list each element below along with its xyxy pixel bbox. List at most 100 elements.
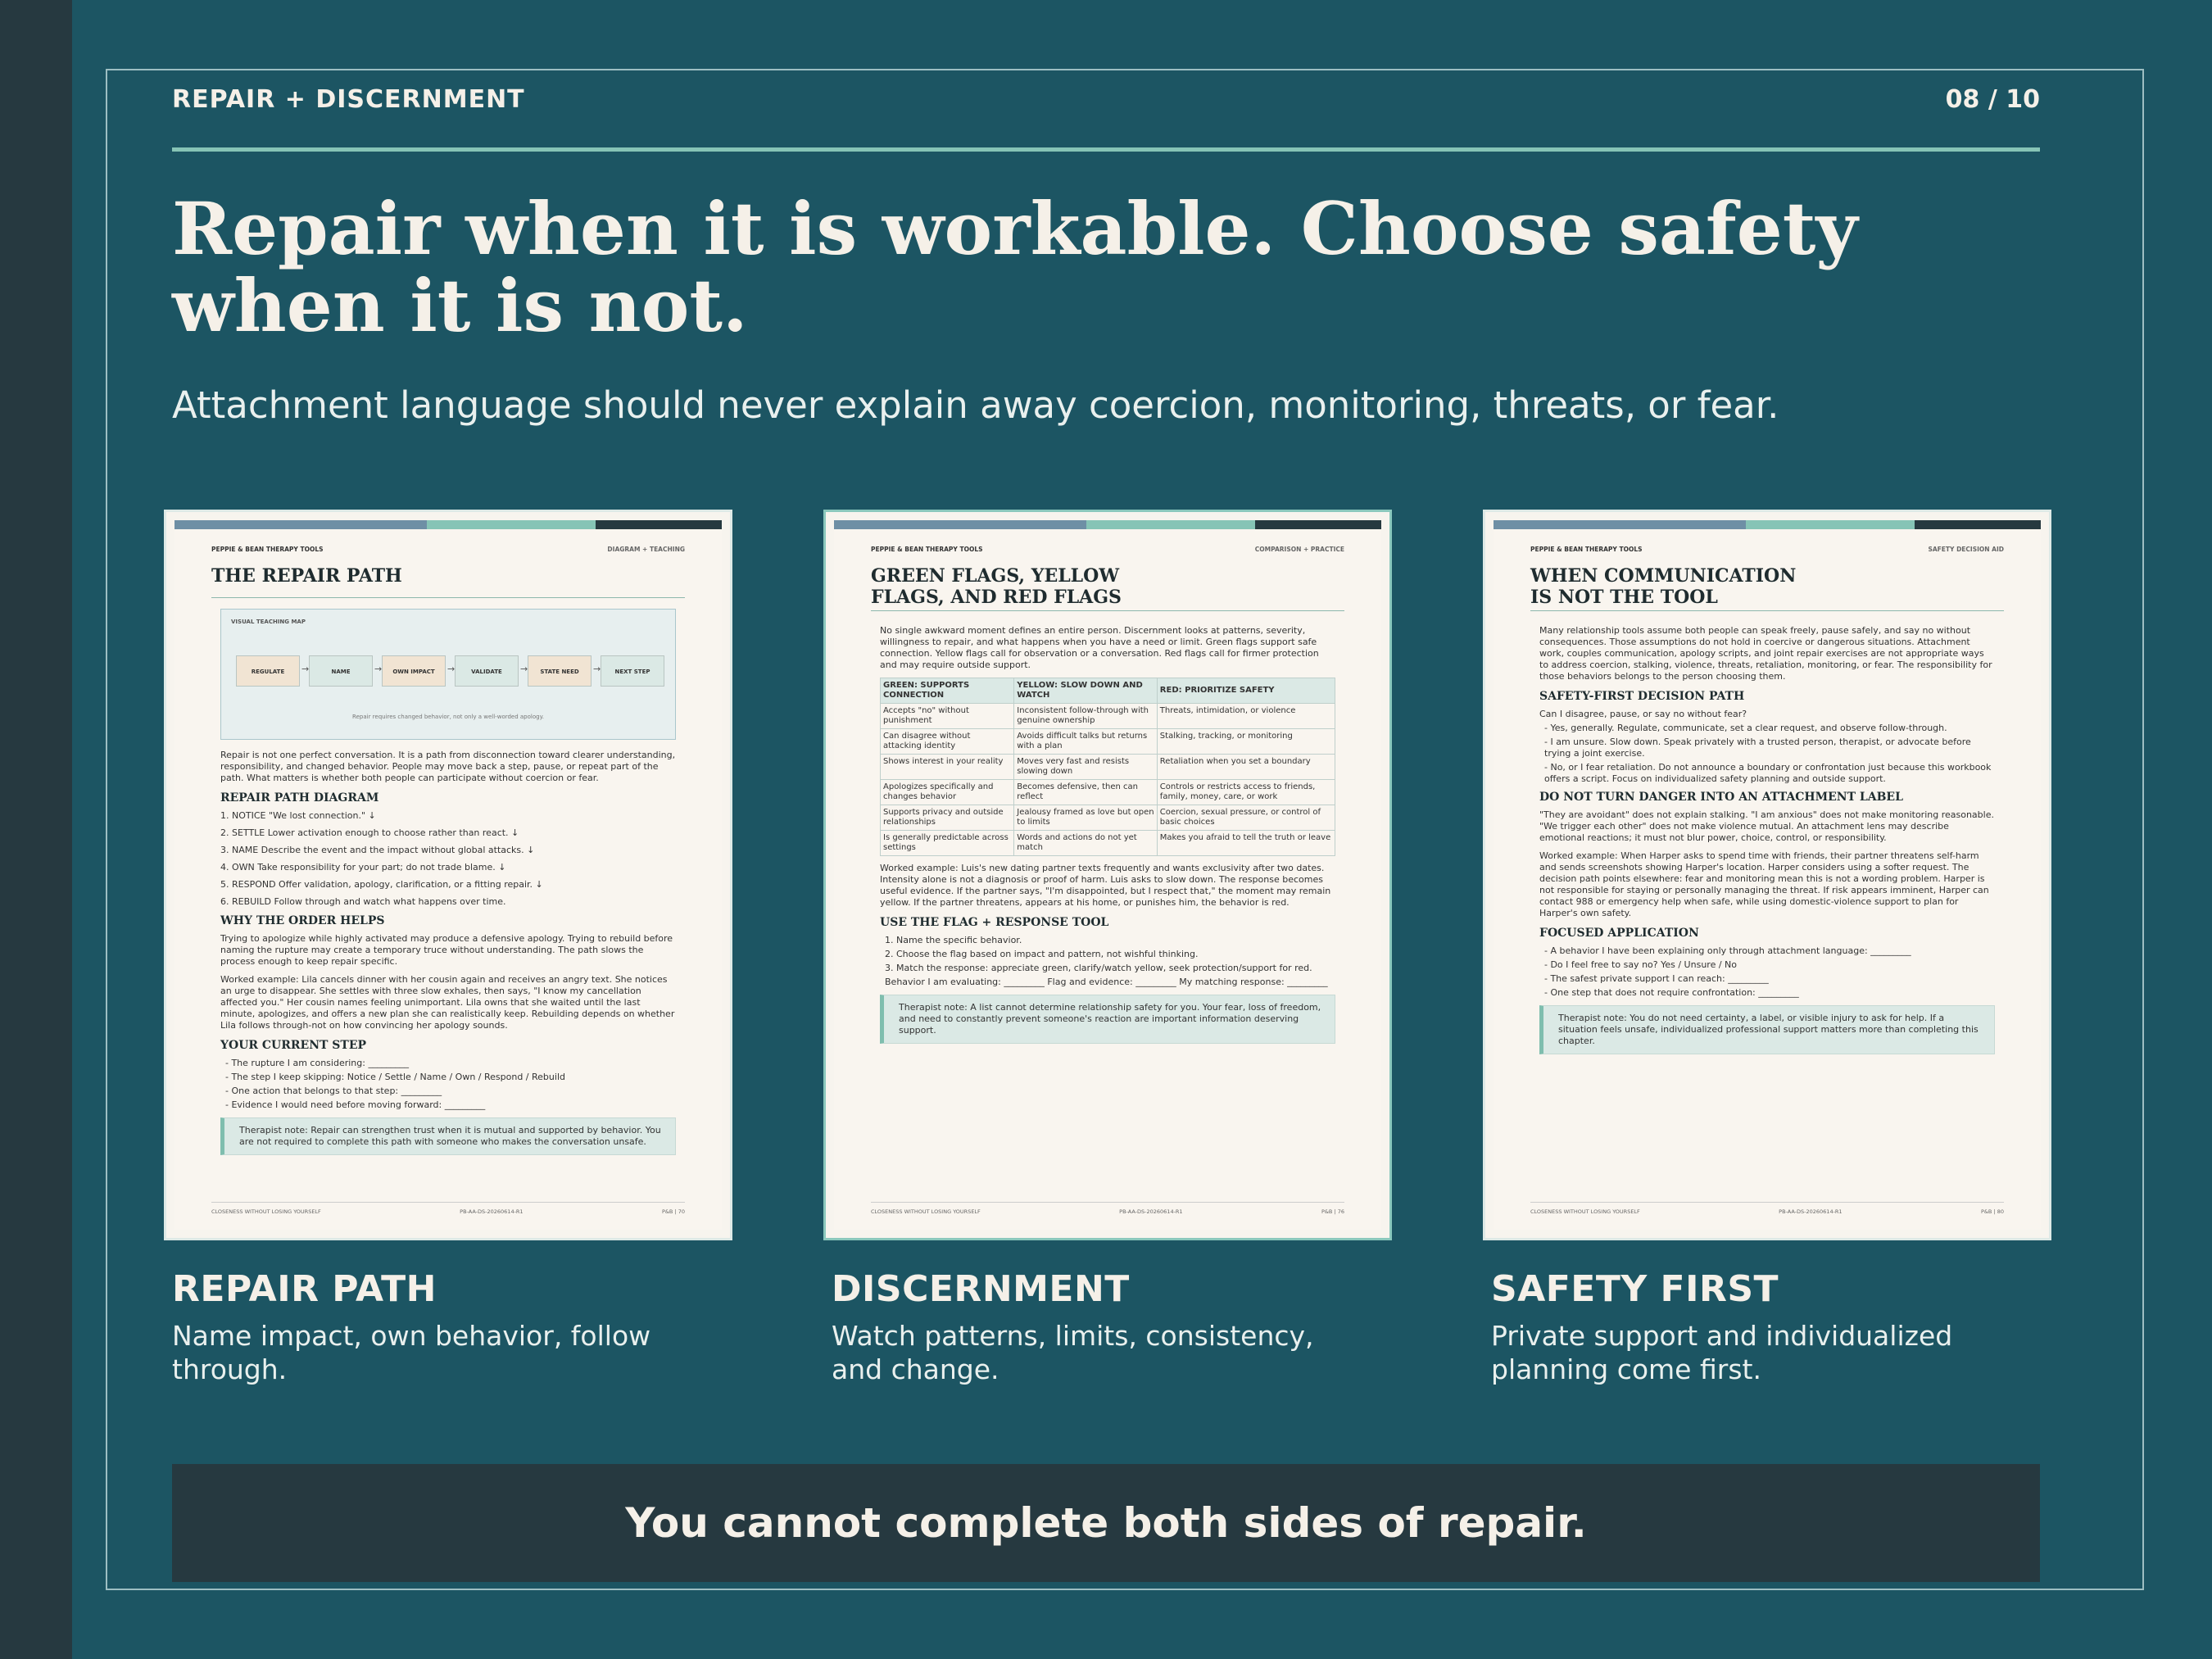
doc-tag: SAFETY DECISION AID: [1928, 546, 2004, 553]
column-header: GREEN: SUPPORTS CONNECTION: [879, 678, 1015, 704]
map-step: STATE NEED: [528, 655, 592, 687]
discernment-thumbnail[interactable]: PEPPIE & BEAN THERAPY TOOLS COMPARISON +…: [823, 510, 1392, 1240]
doc-brand: PEPPIE & BEAN THERAPY TOOLS: [871, 546, 983, 553]
footer-rule: [1530, 1202, 2004, 1203]
table-cell: Is generally predictable across settings: [879, 830, 1015, 856]
doc-heading: YOUR CURRENT STEP: [220, 1039, 367, 1052]
arrow-icon: →: [520, 664, 528, 674]
arrow-icon: →: [447, 664, 456, 674]
takeaway-banner: You cannot complete both sides of repair…: [172, 1464, 2040, 1582]
table-cell: Retaliation when you set a boundary: [1156, 754, 1336, 780]
map-step: OWN IMPACT: [382, 655, 446, 687]
doc-tag: DIAGRAM + TEACHING: [607, 546, 685, 553]
doc-body: VISUAL TEACHING MAP REGULATE → NAME → OW…: [220, 609, 676, 1155]
table-cell: Accepts "no" without punishment: [879, 703, 1015, 729]
doc-heading: SAFETY-FIRST DECISION PATH: [1539, 690, 1745, 703]
map-step: VALIDATE: [455, 655, 519, 687]
doc-title: THE REPAIR PATH: [211, 565, 402, 587]
footer-rule: [871, 1202, 1344, 1203]
side-rail: [0, 0, 72, 1659]
therapist-note: Therapist note: A list cannot determine …: [880, 995, 1335, 1044]
table-header-row: GREEN: SUPPORTS CONNECTION YELLOW: SLOW …: [879, 678, 1336, 704]
prompt-line: - The safest private support I can reach…: [1544, 973, 1769, 984]
doc-body: Many relationship tools assume both peop…: [1539, 625, 1995, 1054]
doc-footer: CLOSENESS WITHOUT LOSING YOURSELF PB-AA-…: [871, 1208, 1344, 1215]
table-cell: Can disagree without attacking identity: [879, 728, 1015, 755]
map-caption: Repair requires changed behavior, not on…: [352, 714, 544, 720]
doc-footer: CLOSENESS WITHOUT LOSING YOURSELF PB-AA-…: [1530, 1208, 2004, 1215]
card-heading-repair: REPAIR PATH: [172, 1268, 437, 1310]
footer-rule: [211, 1202, 685, 1203]
table-row: Apologizes specifically and changes beha…: [879, 779, 1336, 805]
color-bar: [1494, 520, 2041, 529]
footer-left: CLOSENESS WITHOUT LOSING YOURSELF: [211, 1208, 321, 1215]
repair-path-thumbnail[interactable]: PEPPIE & BEAN THERAPY TOOLS DIAGRAM + TE…: [164, 510, 732, 1240]
path-item: 4. OWN Take responsibility for your part…: [220, 862, 506, 873]
arrow-icon: →: [301, 664, 310, 674]
tool-step: 1. Name the specific behavior.: [885, 935, 1022, 945]
table-row: Supports privacy and outside relationshi…: [879, 805, 1336, 831]
slide-subtitle: Attachment language should never explain…: [172, 383, 1779, 427]
card-text-repair: Name impact, own behavior, follow throug…: [172, 1320, 651, 1385]
table-row: Shows interest in your reality Moves very…: [879, 754, 1336, 780]
safety-first-thumbnail[interactable]: PEPPIE & BEAN THERAPY TOOLS SAFETY DECIS…: [1483, 510, 2051, 1240]
table-cell: Coercion, sexual pressure, or control of…: [1156, 805, 1336, 831]
therapist-note: Therapist note: Repair can strengthen tr…: [220, 1117, 676, 1155]
table-cell: Stalking, tracking, or monitoring: [1156, 728, 1336, 755]
table-cell: Apologizes specifically and changes beha…: [879, 779, 1015, 805]
table-cell: Supports privacy and outside relationshi…: [879, 805, 1015, 831]
doc-footer: CLOSENESS WITHOUT LOSING YOURSELF PB-AA-…: [211, 1208, 685, 1215]
doc-intro: No single awkward moment defines an enti…: [880, 625, 1319, 670]
map-label: VISUAL TEACHING MAP: [231, 619, 306, 625]
header-rule: [172, 147, 2040, 152]
table-cell: Threats, intimidation, or violence: [1156, 703, 1336, 729]
doc-title: GREEN FLAGS, YELLOW FLAGS, AND RED FLAGS: [871, 565, 1122, 608]
map-step: NAME: [309, 655, 373, 687]
doc-tag: COMPARISON + PRACTICE: [1254, 546, 1344, 553]
footer-mid: PB-AA-DS-20260614-R1: [1779, 1208, 1843, 1215]
table-row: Is generally predictable across settings…: [879, 830, 1336, 856]
doc-brand: PEPPIE & BEAN THERAPY TOOLS: [1530, 546, 1643, 553]
path-item: 1. NOTICE "We lost connection." ↓: [220, 810, 376, 821]
table-cell: Moves very fast and resists slowing down: [1013, 754, 1158, 780]
prompt-line: - The rupture I am considering: ________…: [225, 1058, 409, 1068]
page-number: 08 / 10: [1945, 85, 2040, 114]
footer-left: CLOSENESS WITHOUT LOSING YOURSELF: [871, 1208, 981, 1215]
doc-brand: PEPPIE & BEAN THERAPY TOOLS: [211, 546, 324, 553]
table-cell: Words and actions do not yet match: [1013, 830, 1158, 856]
path-item: 3. NAME Describe the event and the impac…: [220, 845, 535, 855]
prompt-line: - A behavior I have been explaining only…: [1544, 945, 1911, 956]
doc-paragraph: "They are avoidant" does not explain sta…: [1539, 809, 1994, 843]
table-row: Accepts "no" without punishment Inconsist…: [879, 703, 1336, 729]
doc-title-rule: [871, 610, 1344, 611]
tool-step: 2. Choose the flag based on impact and p…: [885, 949, 1199, 959]
doc-title-rule: [1530, 610, 2004, 611]
column-header: YELLOW: SLOW DOWN AND WATCH: [1013, 678, 1158, 704]
path-item: 2. SETTLE Lower activation enough to cho…: [220, 827, 519, 838]
tool-step: 3. Match the response: appreciate green,…: [885, 963, 1312, 973]
repair-doc-page: PEPPIE & BEAN THERAPY TOOLS DIAGRAM + TE…: [175, 520, 722, 1230]
decision-answer: - No, or I fear retaliation. Do not anno…: [1544, 762, 1992, 784]
visual-teaching-map: VISUAL TEACHING MAP REGULATE → NAME → OW…: [220, 609, 676, 740]
table-cell: Inconsistent follow-through with genuine…: [1013, 703, 1158, 729]
table-cell: Jealousy framed as love but open to limi…: [1013, 805, 1158, 831]
prompt-line: - Do I feel free to say no? Yes / Unsure…: [1544, 959, 1737, 970]
prompt-line: - Evidence I would need before moving fo…: [225, 1099, 486, 1110]
flags-doc-page: PEPPIE & BEAN THERAPY TOOLS COMPARISON +…: [834, 520, 1381, 1230]
map-step: NEXT STEP: [601, 655, 664, 687]
map-step: REGULATE: [236, 655, 300, 687]
arrow-icon: →: [374, 664, 383, 674]
doc-heading: FOCUSED APPLICATION: [1539, 927, 1699, 940]
arrow-icon: →: [593, 664, 601, 674]
table-cell: Makes you afraid to tell the truth or le…: [1156, 830, 1336, 856]
card-heading-discernment: DISCERNMENT: [832, 1268, 1130, 1310]
card-text-safety: Private support and individualized plann…: [1491, 1320, 1953, 1385]
prompt-line: - The step I keep skipping: Notice / Set…: [225, 1072, 565, 1082]
worked-example: Worked example: Lila cancels dinner with…: [220, 974, 675, 1031]
slide-title: Repair when it is workable. Choose safet…: [172, 186, 1858, 348]
doc-heading: WHY THE ORDER HELPS: [220, 914, 385, 927]
footer-right: P&B | 80: [1980, 1208, 2004, 1215]
doc-intro: Repair is not one perfect conversation. …: [220, 750, 676, 783]
table-cell: Shows interest in your reality: [879, 754, 1015, 780]
section-kicker: REPAIR + DISCERNMENT: [172, 85, 525, 114]
